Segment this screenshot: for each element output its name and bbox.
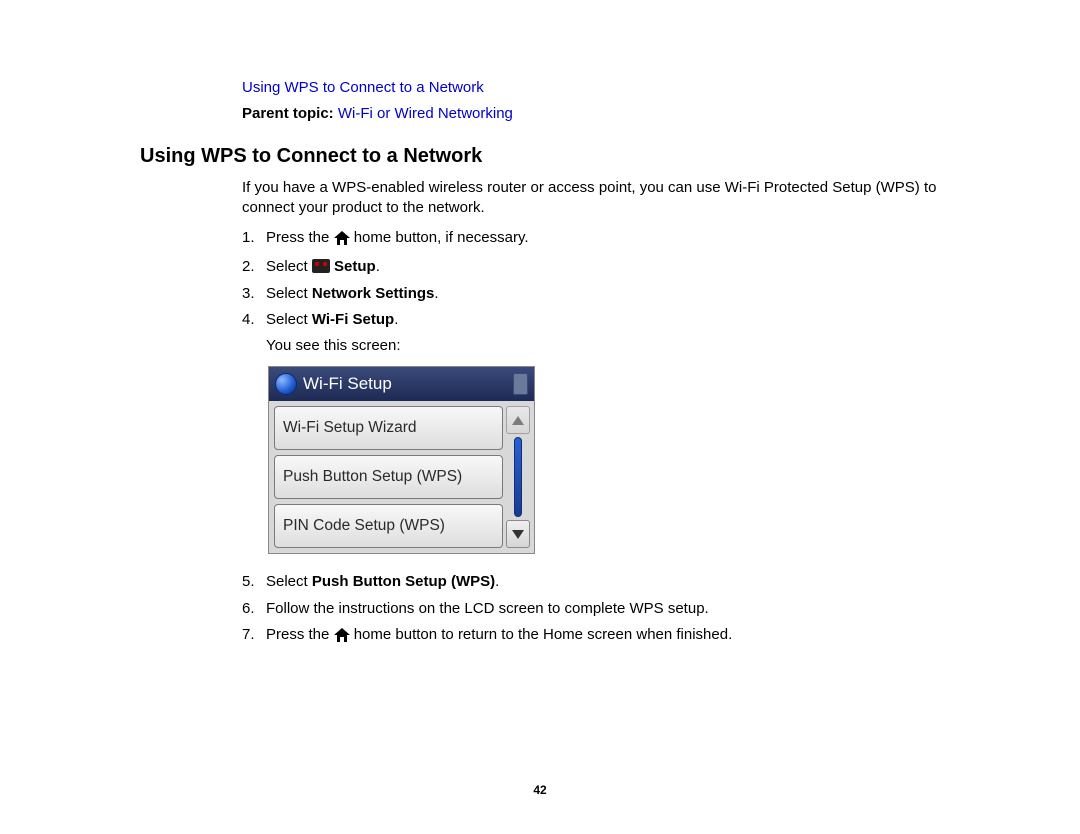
page-number: 42 (0, 782, 1080, 798)
text: . (376, 258, 380, 275)
text: Select (266, 258, 312, 275)
scroll-down-button[interactable] (506, 520, 530, 548)
text-bold: Wi-Fi Setup (312, 311, 394, 328)
step-number: 7. (242, 625, 266, 645)
step-number: 6. (242, 599, 266, 619)
section-title: Using WPS to Connect to a Network (140, 143, 940, 170)
text: home button to return to the Home screen… (354, 626, 733, 643)
chevron-up-icon (512, 416, 524, 425)
parent-topic-label: Parent topic: (242, 105, 334, 122)
link-wps[interactable]: Using WPS to Connect to a Network (242, 79, 484, 96)
text: Press the (266, 626, 334, 643)
text-bold: Push Button Setup (WPS) (312, 573, 495, 590)
text: home button, if necessary. (354, 229, 529, 246)
scrollbar-track[interactable] (514, 437, 522, 517)
step-6: Follow the instructions on the LCD scree… (266, 599, 940, 619)
step-4: Select Wi-Fi Setup. You see this screen: (266, 310, 940, 357)
text: . (434, 285, 438, 302)
text-bold: Network Settings (312, 285, 435, 302)
text: Select (266, 285, 312, 302)
text: . (394, 311, 398, 328)
step-2: Select Setup. (266, 257, 940, 277)
home-icon (334, 628, 350, 648)
text: Press the (266, 229, 334, 246)
globe-icon (275, 373, 297, 395)
step-number: 4. (242, 310, 266, 330)
step-7: Press the home button to return to the H… (266, 625, 940, 648)
parent-topic-link[interactable]: Wi-Fi or Wired Networking (338, 105, 513, 122)
step-number: 3. (242, 284, 266, 304)
text: Select (266, 311, 312, 328)
lcd-screen: Wi-Fi Setup Wi-Fi Setup Wizard Push Butt… (268, 366, 535, 554)
lcd-option-push-button[interactable]: Push Button Setup (WPS) (274, 455, 503, 499)
lcd-option-wizard[interactable]: Wi-Fi Setup Wizard (274, 406, 503, 450)
text: Select (266, 573, 312, 590)
intro-text: If you have a WPS-enabled wireless route… (242, 178, 940, 219)
lcd-title: Wi-Fi Setup (303, 373, 392, 396)
step-number: 2. (242, 257, 266, 277)
step-5: Select Push Button Setup (WPS). (266, 572, 940, 592)
step-4-sub: You see this screen: (266, 336, 940, 356)
step-number: 1. (242, 228, 266, 248)
lcd-option-pin-code[interactable]: PIN Code Setup (WPS) (274, 504, 503, 548)
step-1: Press the home button, if necessary. (266, 228, 940, 251)
setup-icon (312, 259, 330, 273)
info-icon (513, 373, 528, 395)
home-icon (334, 231, 350, 251)
scroll-up-button[interactable] (506, 406, 530, 434)
chevron-down-icon (512, 530, 524, 539)
text: . (495, 573, 499, 590)
step-number: 5. (242, 572, 266, 592)
text-bold: Setup (334, 258, 376, 275)
step-3: Select Network Settings. (266, 284, 940, 304)
